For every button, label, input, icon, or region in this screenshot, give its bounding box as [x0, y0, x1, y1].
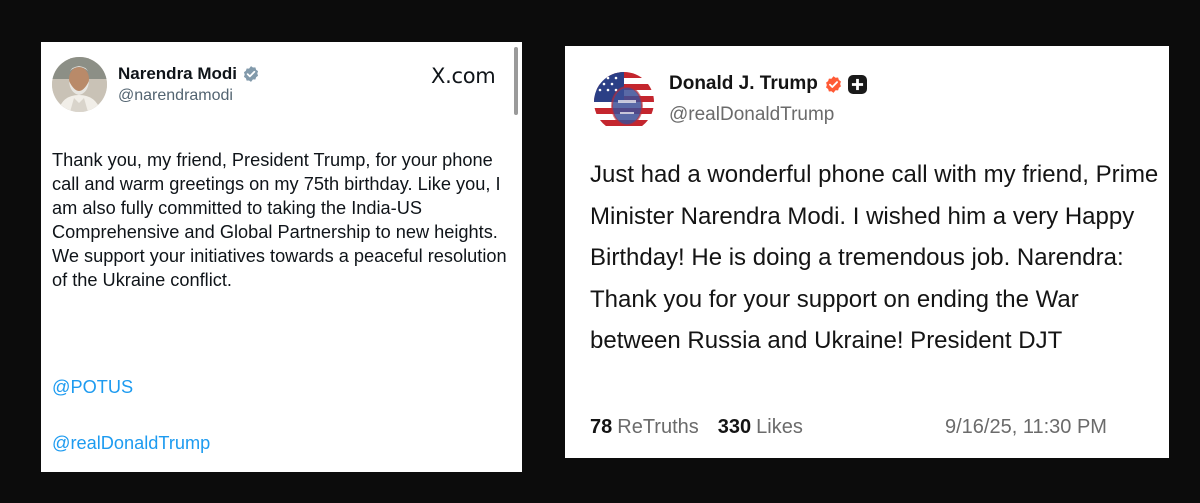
author-name-row: Donald J. Trump — [669, 73, 867, 95]
x-post-card: Narendra Modi @narendramodi X.com Thank … — [41, 42, 522, 472]
post-text: Thank you, my friend, President Trump, f… — [52, 150, 507, 290]
likes-label[interactable]: Likes — [756, 416, 803, 439]
verified-check-icon — [824, 75, 843, 94]
post-text: Just had a wonderful phone call with my … — [590, 161, 1159, 354]
author-name-row: Narendra Modi — [118, 64, 260, 84]
avatar-portrait-icon — [52, 57, 107, 112]
mention-link[interactable]: @POTUS — [52, 377, 133, 398]
verified-badge-icon — [242, 65, 260, 83]
author-handle[interactable]: @realDonaldTrump — [669, 104, 834, 126]
engagement-stats: 78 ReTruths 330 Likes — [590, 416, 803, 439]
plus-badge-icon — [847, 74, 867, 94]
post-timestamp: 9/16/25, 11:30 PM — [945, 416, 1107, 438]
author-handle[interactable]: @narendramodi — [118, 87, 233, 105]
truth-post-card: Donald J. Trump @realDonaldTrump Just ha… — [565, 46, 1169, 458]
x-brand-label: X.com — [431, 64, 496, 88]
author-name[interactable]: Donald J. Trump — [669, 73, 818, 95]
mention-link[interactable]: @realDonaldTrump — [52, 433, 210, 454]
author-name[interactable]: Narendra Modi — [118, 64, 237, 84]
avatar[interactable] — [52, 57, 107, 112]
retruths-label[interactable]: ReTruths — [617, 416, 699, 439]
scrollbar[interactable] — [514, 47, 518, 115]
avatar[interactable] — [594, 72, 654, 132]
likes-count[interactable]: 330 — [718, 416, 751, 439]
avatar-flag-portrait-icon — [594, 72, 654, 132]
retruths-count[interactable]: 78 — [590, 416, 612, 439]
